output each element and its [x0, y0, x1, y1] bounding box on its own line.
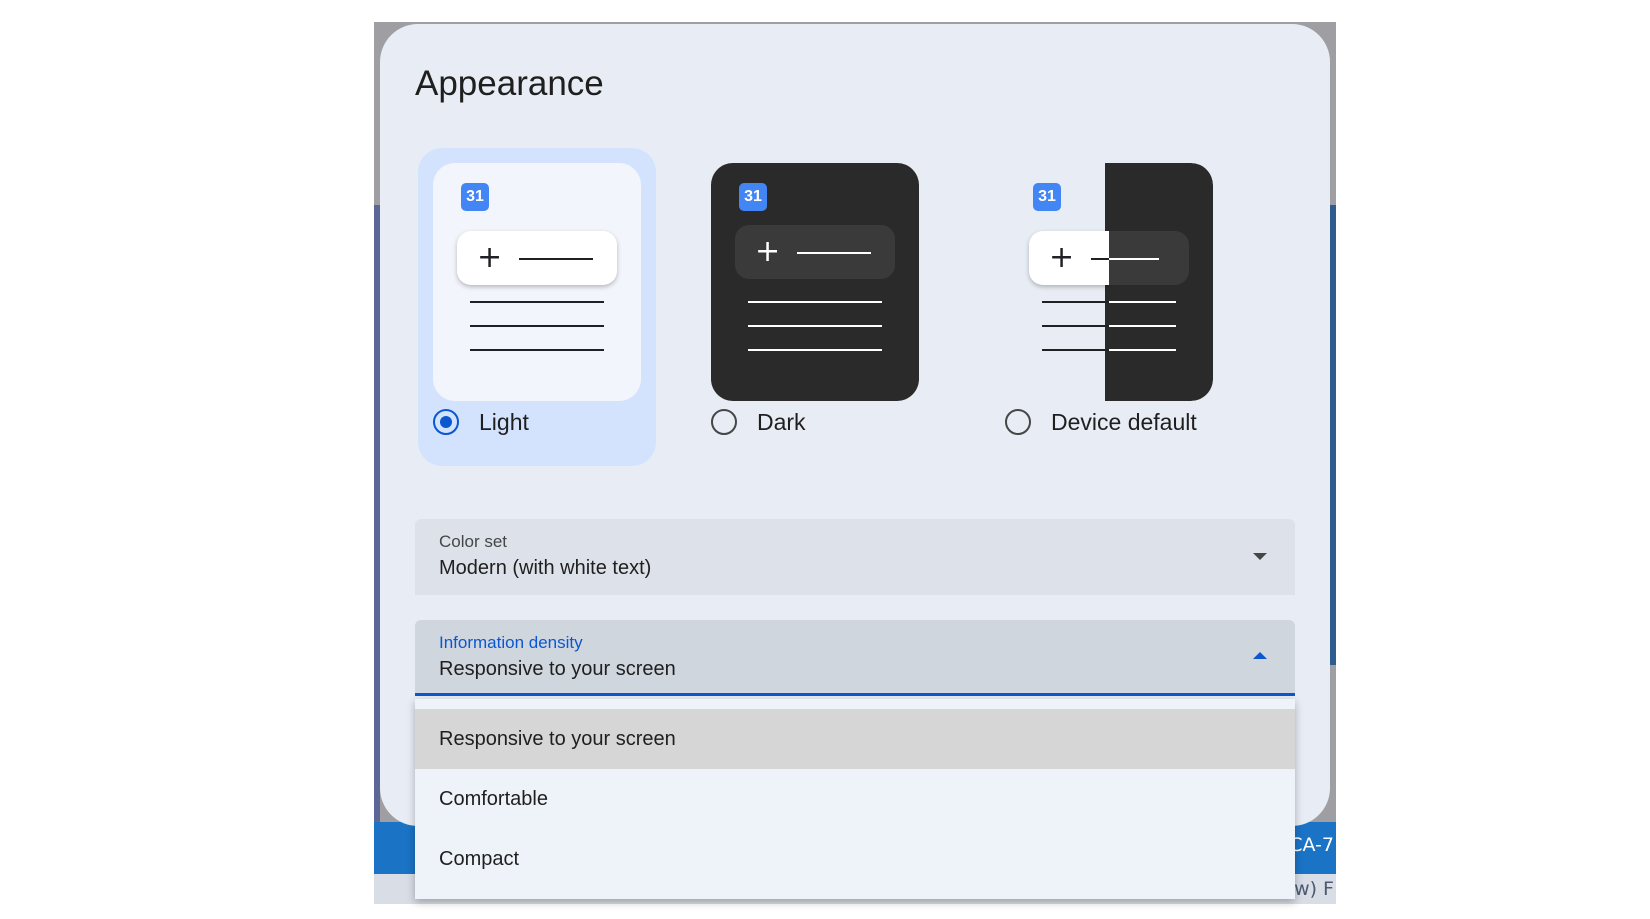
- create-pill-preview: +: [735, 225, 895, 279]
- preview-line: [470, 349, 604, 351]
- preview-line: [1109, 258, 1159, 260]
- theme-option-dark[interactable]: 31 + Dark: [696, 148, 934, 466]
- preview-line: [797, 252, 871, 254]
- theme-radio-dark[interactable]: Dark: [711, 406, 806, 438]
- dropdown-arrow-up-icon: [1253, 652, 1267, 659]
- theme-label-device-default: Device default: [1051, 408, 1197, 435]
- dialog-title: Appearance: [415, 64, 604, 103]
- menu-option-comfortable[interactable]: Comfortable: [415, 769, 1295, 829]
- color-set-value: Modern (with white text): [439, 557, 652, 579]
- radio-unchecked-icon[interactable]: [711, 409, 737, 435]
- theme-radio-light[interactable]: Light: [433, 406, 529, 438]
- information-density-value: Responsive to your screen: [439, 658, 676, 680]
- dropdown-arrow-icon: [1253, 553, 1267, 560]
- plus-icon: +: [477, 240, 503, 275]
- preview-line: [470, 301, 604, 303]
- calendar-icon: 31: [1033, 183, 1061, 211]
- preview-line: [1042, 301, 1109, 303]
- dark-theme-preview[interactable]: 31 +: [711, 163, 919, 401]
- theme-label-light: Light: [479, 408, 529, 435]
- information-density-label: Information density: [439, 633, 583, 652]
- color-set-select[interactable]: Color set Modern (with white text): [415, 519, 1295, 595]
- preview-line: [748, 301, 882, 303]
- create-pill-preview-dark: [1109, 231, 1189, 285]
- menu-option-responsive[interactable]: Responsive to your screen: [415, 709, 1295, 769]
- plus-icon: +: [1049, 240, 1075, 275]
- preview-line: [1042, 325, 1109, 327]
- light-theme-preview[interactable]: 31 +: [433, 163, 641, 401]
- preview-line: [1109, 301, 1176, 303]
- background-peek-text-top: CA-7: [1289, 834, 1334, 856]
- theme-option-device-default[interactable]: 31 + Device default: [990, 148, 1228, 466]
- preview-line: [470, 325, 604, 327]
- background-stripe-right: [1330, 205, 1336, 665]
- theme-label-dark: Dark: [757, 408, 806, 435]
- theme-radio-device-default[interactable]: Device default: [1005, 406, 1197, 438]
- device-default-theme-preview[interactable]: 31 +: [1005, 163, 1213, 401]
- preview-line: [519, 258, 593, 260]
- menu-option-compact[interactable]: Compact: [415, 829, 1295, 889]
- plus-icon: +: [755, 234, 781, 269]
- preview-line: [748, 349, 882, 351]
- calendar-icon: 31: [461, 183, 489, 211]
- preview-line: [748, 325, 882, 327]
- color-set-label: Color set: [439, 532, 508, 551]
- theme-option-light[interactable]: 31 + Light: [418, 148, 656, 466]
- radio-checked-icon[interactable]: [433, 409, 459, 435]
- information-density-menu: Responsive to your screen Comfortable Co…: [415, 699, 1295, 899]
- create-pill-preview: +: [1029, 231, 1111, 285]
- radio-unchecked-icon[interactable]: [1005, 409, 1031, 435]
- preview-line: [1042, 349, 1109, 351]
- preview-line: [1109, 325, 1176, 327]
- create-pill-preview: +: [457, 231, 617, 285]
- preview-line: [1091, 258, 1111, 260]
- preview-line: [1109, 349, 1176, 351]
- information-density-select[interactable]: Information density Responsive to your s…: [415, 620, 1295, 696]
- calendar-icon: 31: [739, 183, 767, 211]
